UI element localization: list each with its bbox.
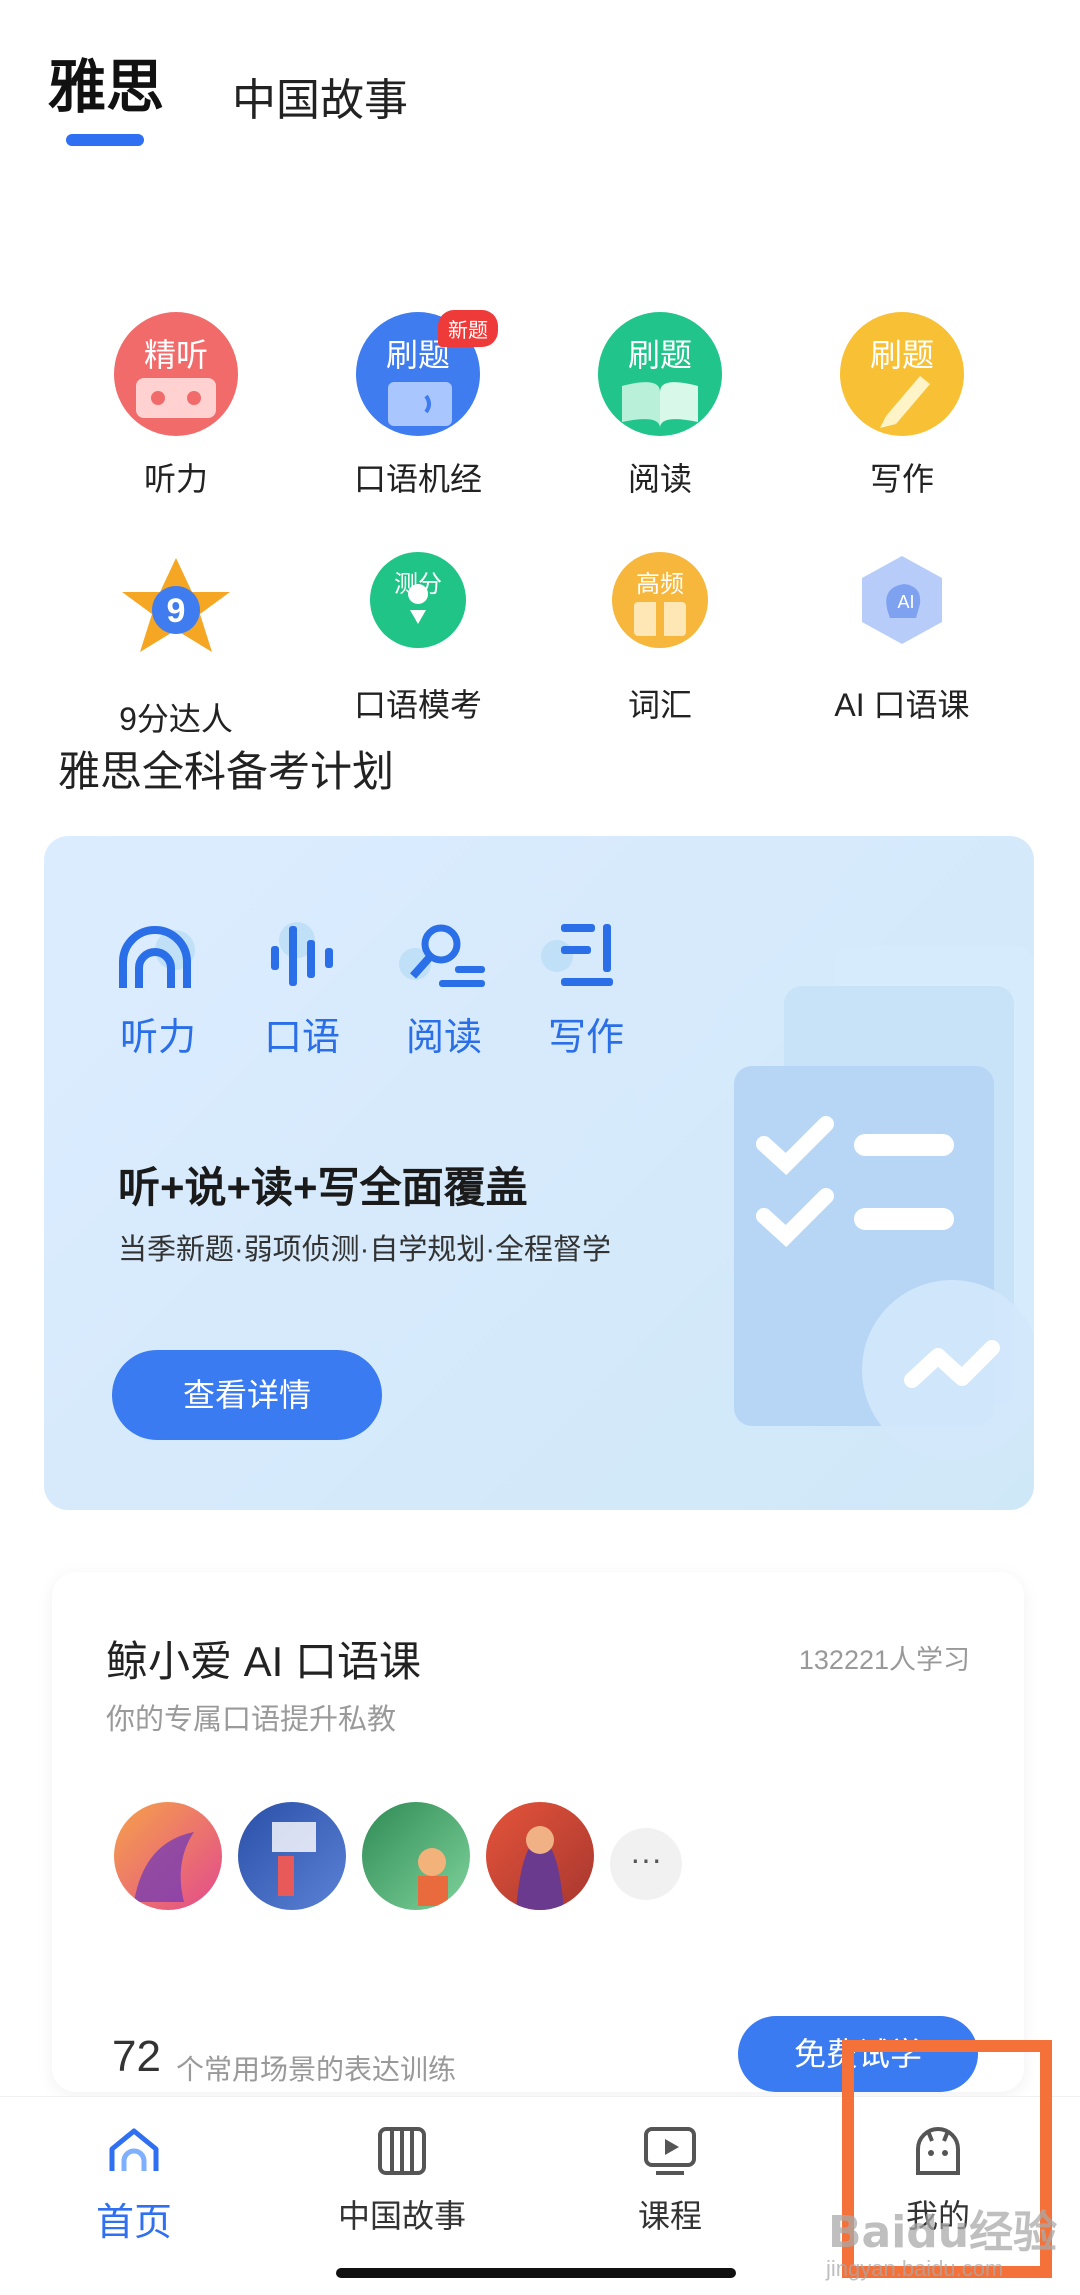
active-tab-indicator — [66, 134, 144, 146]
star-nine-icon: 9 — [114, 552, 238, 676]
avatar[interactable] — [238, 1802, 346, 1910]
ai-course-title: 鲸小爱 AI 口语课 — [106, 1638, 422, 1685]
nav-label-home: 首页 — [95, 2202, 172, 2244]
subject-reading: 阅读 — [384, 916, 504, 1061]
home-indicator — [336, 2268, 736, 2278]
avatar[interactable] — [486, 1802, 594, 1910]
grid-item-mock-test[interactable]: 测分 口语模考 — [298, 552, 538, 726]
grid-label-vocabulary: 词汇 — [627, 687, 692, 723]
learner-count: 132221人学习 — [798, 1645, 970, 1675]
grid-label-speaking-machine: 口语机经 — [353, 461, 482, 497]
baidu-watermark-url: jingyan.baidu.com — [826, 2256, 1004, 2281]
vocabulary-icon: 高频 — [612, 552, 708, 648]
home-icon — [109, 2128, 159, 2171]
subject-listening: 听力 — [98, 916, 218, 1061]
svg-text:AI: AI — [897, 592, 914, 612]
sound-bars-icon — [271, 922, 333, 986]
grid-item-vocabulary[interactable]: 高频 词汇 — [540, 552, 780, 726]
grid-label-listening: 听力 — [143, 461, 208, 497]
avatar[interactable] — [114, 1802, 222, 1910]
grid-item-listening[interactable]: 精听 听力 — [56, 312, 296, 500]
view-details-button[interactable]: 查看详情 — [112, 1350, 382, 1440]
subject-speaking: 口语 — [242, 916, 362, 1061]
svg-text:9: 9 — [167, 592, 186, 630]
checklist-illustration — [734, 946, 1034, 1460]
grid-item-writing[interactable]: 刷题 写作 — [782, 312, 1022, 500]
mock-test-icon: 测分 — [370, 552, 466, 648]
study-plan-card[interactable]: 听力 口语 阅读 写作 听+说+读+写全面覆盖 当季新题·弱项侦测·自学规划·全… — [44, 836, 1034, 1510]
subject-writing: 写作 — [526, 916, 646, 1061]
ai-course-subtitle: 你的专属口语提升私教 — [106, 1704, 397, 1736]
tab-ielts[interactable]: 雅思 — [48, 40, 164, 124]
headphone-arch-icon — [119, 926, 195, 988]
china-story-icon — [378, 2127, 426, 2175]
grid-item-nine-expert[interactable]: 9 9分达人 — [56, 552, 296, 740]
nav-label-china-story: 中国故事 — [337, 2198, 466, 2234]
text-lines-icon — [541, 924, 613, 986]
reading-icon: 刷题 — [598, 312, 722, 436]
scene-count: 72 — [112, 2032, 161, 2081]
subject-label-listening: 听力 — [119, 1017, 196, 1059]
avatar[interactable] — [362, 1802, 470, 1910]
new-badge: 新题 — [438, 310, 498, 347]
more-scenes-button[interactable]: ··· — [610, 1828, 682, 1900]
grid-label-reading: 阅读 — [627, 461, 692, 497]
grid-label-ai-course: AI 口语课 — [834, 687, 970, 723]
scene-count-text: 个常用场景的表达训练 — [176, 2054, 457, 2085]
subject-label-writing: 写作 — [547, 1017, 624, 1059]
grid-label-writing: 写作 — [869, 461, 934, 497]
magnifier-icon — [399, 924, 485, 987]
nav-courses[interactable]: 课程 — [570, 2121, 770, 2237]
nav-label-courses: 课程 — [637, 2198, 702, 2234]
grid-item-ai-course[interactable]: AI AI 口语课 — [782, 552, 1022, 726]
nav-home[interactable]: 首页 — [34, 2121, 234, 2246]
tab-china-story[interactable]: 中国故事 — [232, 64, 408, 128]
plan-headline: 听+说+读+写全面覆盖 — [118, 1164, 528, 1211]
course-play-icon — [644, 2127, 696, 2175]
subject-label-speaking: 口语 — [263, 1017, 340, 1059]
listening-icon: 精听 — [114, 312, 238, 436]
top-tab-bar: 雅思 中国故事 — [0, 0, 1080, 170]
ai-course-icon: AI — [854, 552, 950, 648]
baidu-watermark: Baidu经验 — [828, 2207, 1058, 2258]
nav-china-story[interactable]: 中国故事 — [302, 2121, 502, 2237]
writing-icon: 刷题 — [840, 312, 964, 436]
grid-item-reading[interactable]: 刷题 阅读 — [540, 312, 780, 500]
section-title-plan: 雅思全科备考计划 — [58, 748, 395, 795]
ai-course-card[interactable]: 鲸小爱 AI 口语课 132221人学习 你的专属口语提升私教 ··· 72 个… — [52, 1572, 1024, 2092]
grid-label-mock-test: 口语模考 — [353, 687, 482, 723]
subject-label-reading: 阅读 — [405, 1017, 482, 1059]
plan-subtitle: 当季新题·弱项侦测·自学规划·全程督学 — [118, 1234, 611, 1266]
grid-item-speaking-machine[interactable]: 刷题 口语机经 — [298, 312, 538, 500]
grid-label-nine-expert: 9分达人 — [119, 701, 233, 737]
